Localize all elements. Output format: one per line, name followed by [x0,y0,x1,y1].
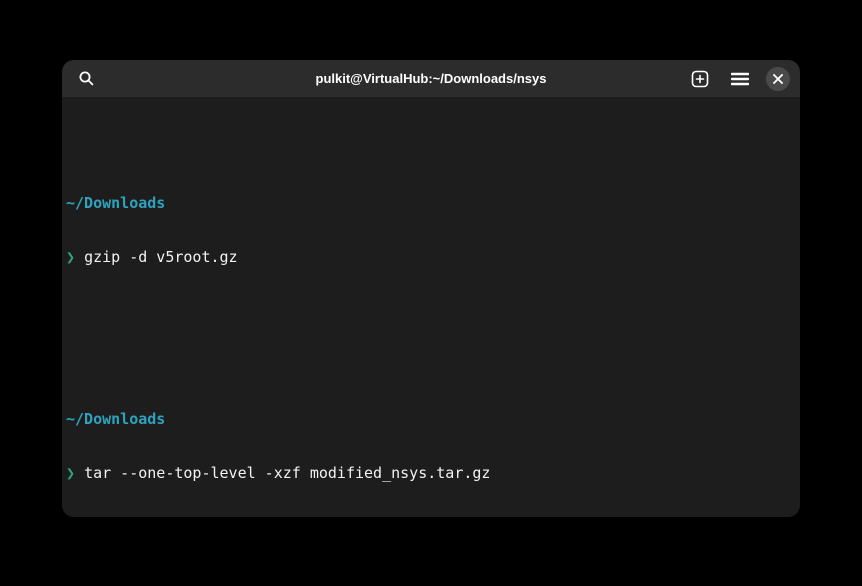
search-button[interactable] [72,65,100,93]
hamburger-menu-icon [731,72,749,86]
terminal-content[interactable]: ~/Downloads ❯ gzip -d v5root.gz ~/Downlo… [62,97,800,517]
terminal-window: pulkit@VirtualHub:~/Downloads/nsys [62,60,800,517]
new-tab-icon [691,70,709,88]
command-line: ❯ tar --one-top-level -xzf modified_nsys… [66,464,796,482]
command-text: gzip -d v5root.gz [84,248,238,266]
command-block: ~/Downloads ❯ tar --one-top-level -xzf m… [66,374,796,517]
new-tab-button[interactable] [686,65,714,93]
prompt-char: ❯ [66,464,75,482]
prompt-path: ~/Downloads [66,410,796,428]
close-button[interactable] [766,67,790,91]
command-block: ~/Downloads ❯ gzip -d v5root.gz [66,158,796,302]
menu-button[interactable] [726,65,754,93]
prompt-char: ❯ [66,248,75,266]
command-text: tar --one-top-level -xzf modified_nsys.t… [84,464,490,482]
command-line: ❯ gzip -d v5root.gz [66,248,796,266]
search-icon [78,70,95,87]
prompt-path: ~/Downloads [66,194,796,212]
close-icon [773,74,783,84]
titlebar: pulkit@VirtualHub:~/Downloads/nsys [62,60,800,97]
